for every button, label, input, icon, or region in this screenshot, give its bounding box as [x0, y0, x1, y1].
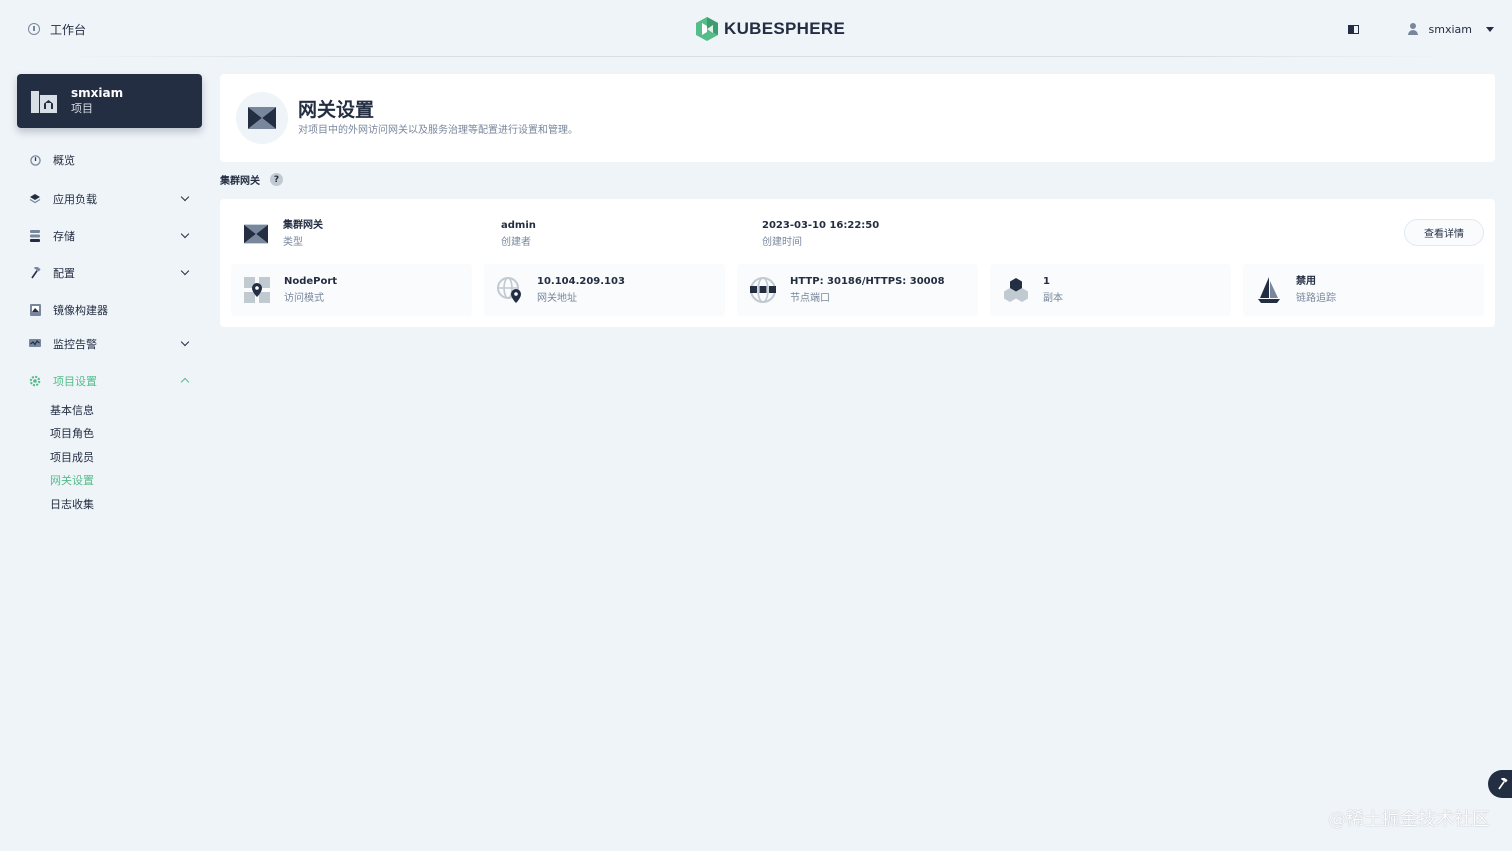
gateway-creator-field: admin 创建者	[501, 217, 536, 251]
stat-value: HTTP: 30186/HTTPS: 30008	[790, 276, 945, 287]
dashboard-icon	[29, 154, 41, 166]
layers-icon	[29, 193, 41, 205]
hammer-icon	[1498, 778, 1508, 790]
submenu-item-gateway-settings[interactable]: 网关设置	[50, 469, 202, 493]
sidebar-item-label: 应用负载	[53, 193, 97, 206]
watermark: @稀土掘金技术社区	[1328, 809, 1490, 830]
page-banner: 网关设置 对项目中的外网访问网关以及服务治理等配置进行设置和管理。	[220, 74, 1495, 162]
workbench-label: 工作台	[50, 22, 87, 37]
submenu-item-log-collection[interactable]: 日志收集	[50, 492, 202, 516]
workbench-icon	[28, 23, 40, 35]
project-name: smxiam	[71, 86, 124, 100]
gateway-created-value: 2023-03-10 16:22:50	[762, 220, 880, 231]
cluster-gateway-card: 集群网关 类型 admin 创建者 2023-03-10 16:22:50 创建…	[220, 199, 1495, 327]
gateway-type-icon	[244, 221, 268, 250]
caret-down-icon	[1486, 26, 1494, 32]
workbench-link[interactable]: 工作台	[28, 20, 86, 38]
chevron-down-icon	[180, 192, 190, 202]
page-title: 网关设置	[298, 99, 375, 121]
page-description: 对项目中的外网访问网关以及服务治理等配置进行设置和管理。	[298, 125, 578, 136]
submenu-item-project-roles[interactable]: 项目角色	[50, 422, 202, 446]
image-builder-icon	[29, 304, 41, 316]
stat-node-ports: HTTP: 30186/HTTPS: 30008 节点端口	[737, 264, 978, 316]
kubesphere-logo[interactable]: KUBESPHERE	[696, 17, 845, 41]
gateway-type-label: 类型	[283, 237, 303, 248]
section-header: 集群网关 ?	[220, 172, 283, 187]
project-selector[interactable]: smxiam 项目	[17, 74, 202, 128]
kubesphere-logo-icon	[696, 17, 718, 41]
help-icon[interactable]: ?	[270, 173, 283, 186]
stat-value: 10.104.209.103	[537, 276, 625, 287]
submenu-item-project-members[interactable]: 项目成员	[50, 445, 202, 469]
monitor-icon	[29, 338, 41, 350]
stat-value: 1	[1043, 276, 1050, 287]
globe-pin-icon	[496, 276, 524, 304]
top-header: 工作台 KUBESPHERE smxiam	[0, 0, 1512, 58]
sidebar-item-image-builder[interactable]: 镜像构建器	[17, 293, 202, 327]
submenu-item-basic-info[interactable]: 基本信息	[50, 398, 202, 422]
chevron-up-icon	[180, 377, 190, 387]
user-name: smxiam	[1428, 22, 1472, 36]
project-settings-submenu: 基本信息 项目角色 项目成员 网关设置 日志收集	[17, 398, 202, 516]
stat-label: 节点端口	[790, 293, 830, 304]
network-icon	[749, 276, 777, 304]
stat-gateway-address: 10.104.209.103 网关地址	[484, 264, 725, 316]
database-icon	[29, 230, 41, 242]
project-type: 项目	[71, 102, 93, 115]
sidebar-item-label: 配置	[53, 267, 75, 280]
gear-icon	[29, 375, 41, 387]
sidebar-item-label: 监控告警	[53, 338, 97, 351]
sidebar-item-config[interactable]: 配置	[17, 256, 202, 290]
user-icon	[1407, 23, 1419, 35]
sidebar-item-workloads[interactable]: 应用负载	[17, 182, 202, 216]
sidebar-item-monitoring[interactable]: 监控告警	[17, 327, 202, 361]
stat-replicas: 1 副本	[990, 264, 1231, 316]
stat-tracing: 禁用 链路追踪	[1243, 264, 1484, 316]
stat-value: 禁用	[1296, 276, 1316, 287]
sidebar-item-label: 镜像构建器	[53, 304, 108, 317]
toolbox-button[interactable]	[1488, 770, 1512, 798]
stat-label: 副本	[1043, 293, 1063, 304]
gateway-type-field: 集群网关 类型	[283, 217, 323, 251]
sail-icon	[1255, 276, 1283, 304]
project-icon	[31, 89, 57, 113]
sidebar-item-label: 项目设置	[53, 375, 97, 388]
gateway-icon	[236, 92, 288, 144]
sidebar-item-label: 概览	[53, 154, 75, 167]
stat-label: 访问模式	[284, 293, 324, 304]
stat-access-mode: NodePort 访问模式	[231, 264, 472, 316]
hammer-icon	[29, 267, 41, 279]
view-details-button[interactable]: 查看详情	[1404, 219, 1484, 246]
sidebar-item-overview[interactable]: 概览	[17, 148, 202, 172]
stat-value: NodePort	[284, 276, 338, 287]
header-divider	[60, 56, 1452, 57]
gateway-created-field: 2023-03-10 16:22:50 创建时间	[762, 217, 879, 251]
gateway-stats: NodePort 访问模式 10.104.209.103 网关地址 HTTP: …	[231, 264, 1484, 316]
gateway-created-label: 创建时间	[762, 237, 802, 248]
stat-label: 链路追踪	[1296, 293, 1336, 304]
sidebar-item-project-settings[interactable]: 项目设置	[17, 364, 202, 398]
gateway-type-value: 集群网关	[283, 220, 323, 231]
replicas-icon	[1002, 276, 1030, 304]
sidebar-item-storage[interactable]: 存储	[17, 219, 202, 253]
chevron-down-icon	[180, 337, 190, 347]
gateway-creator-value: admin	[501, 220, 536, 231]
section-title: 集群网关	[220, 176, 260, 187]
gateway-creator-label: 创建者	[501, 237, 531, 248]
nodeport-icon	[243, 276, 271, 304]
sidebar-nav: 概览 应用负载 存储 配置 镜像构建器 监控告警 项目设置 基本信息 项目角色 …	[17, 148, 202, 516]
sidebar-item-label: 存储	[53, 230, 75, 243]
dock-toggle-icon[interactable]	[1347, 24, 1359, 34]
chevron-down-icon	[180, 229, 190, 239]
logo-text: KUBESPHERE	[724, 19, 846, 38]
chevron-down-icon	[180, 266, 190, 276]
stat-label: 网关地址	[537, 293, 577, 304]
user-menu[interactable]: smxiam	[1407, 23, 1494, 36]
